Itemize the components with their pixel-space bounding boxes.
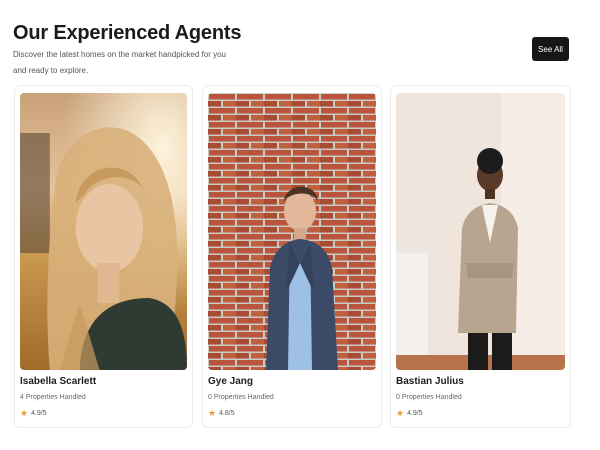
rating-value: 4.8/5	[219, 410, 235, 417]
agent-cards: Isabella Scarlett 4 Properties Handled ★…	[14, 85, 571, 429]
agent-photo-image	[20, 93, 187, 370]
agent-rating: ★ 4.8/5	[208, 409, 235, 418]
rating-value: 4.9/5	[407, 410, 423, 417]
agent-photo-image	[208, 93, 376, 370]
section-subtitle: Discover the latest homes on the market …	[13, 50, 226, 75]
rating-value: 4.9/5	[31, 410, 47, 417]
star-icon: ★	[20, 408, 29, 418]
agent-card[interactable]: Gye Jang 0 Properties Handled ★ 4.8/5	[202, 85, 382, 428]
agent-properties: 4 Properties Handled	[20, 394, 86, 401]
agent-name[interactable]: Bastian Julius	[396, 376, 464, 387]
agent-properties: 0 Properties Handled	[396, 394, 462, 401]
agent-photo[interactable]	[20, 93, 187, 370]
agent-photo[interactable]	[396, 93, 565, 370]
agent-photo-image	[396, 93, 565, 370]
section-header: Our Experienced Agents Discover the late…	[13, 20, 588, 80]
section-title: Our Experienced Agents	[13, 22, 242, 44]
star-icon: ★	[396, 408, 405, 418]
agent-rating: ★ 4.9/5	[20, 409, 47, 418]
agent-properties: 0 Properties Handled	[208, 394, 274, 401]
agent-photo[interactable]	[208, 93, 376, 370]
agent-name[interactable]: Gye Jang	[208, 376, 253, 387]
agent-card[interactable]: Bastian Julius 0 Properties Handled ★ 4.…	[390, 85, 571, 428]
star-icon: ★	[208, 408, 217, 418]
agent-name[interactable]: Isabella Scarlett	[20, 376, 96, 387]
agent-rating: ★ 4.9/5	[396, 409, 423, 418]
agent-card[interactable]: Isabella Scarlett 4 Properties Handled ★…	[14, 85, 193, 428]
see-all-button[interactable]: See All	[532, 37, 569, 61]
